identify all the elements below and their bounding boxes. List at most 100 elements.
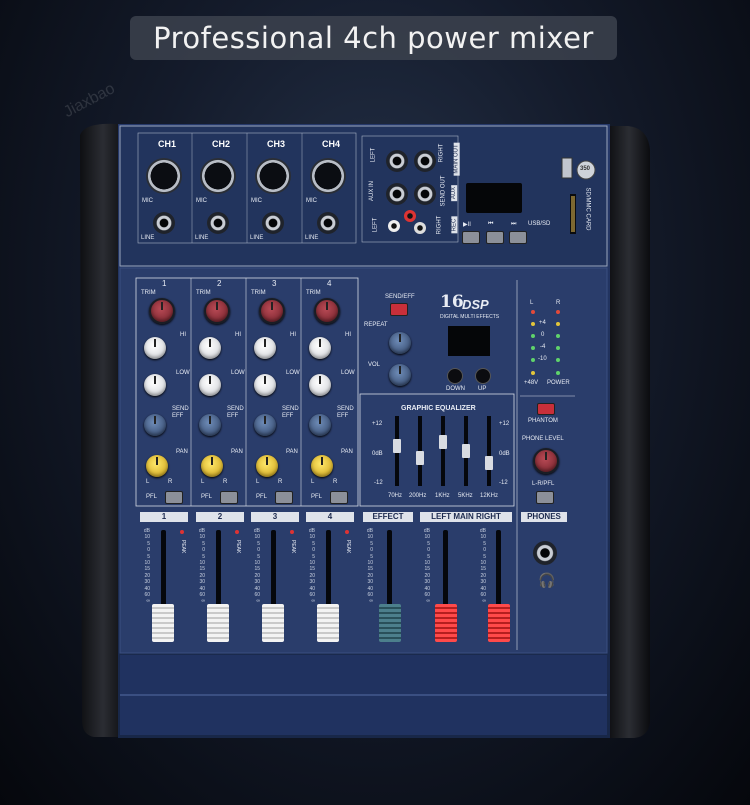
effect-fader[interactable]	[379, 604, 401, 642]
ch3-peak-led	[290, 530, 294, 534]
rec-right-rca[interactable]	[404, 210, 416, 222]
previous-icon: ⏮	[488, 221, 494, 227]
ch2-line-jack[interactable]	[207, 212, 229, 234]
eq-fader-200hz[interactable]	[416, 451, 424, 465]
ch1-line-jack[interactable]	[153, 212, 175, 234]
eq-slot-12khz	[487, 416, 491, 486]
send-eff-label-1: SEND EFF	[172, 406, 189, 419]
ch1-pfl-button[interactable]	[165, 491, 183, 504]
phone-level-knob[interactable]	[533, 448, 559, 474]
ch2-fader[interactable]	[207, 604, 229, 642]
pan-l-1: L	[146, 479, 150, 485]
up-button[interactable]	[475, 368, 491, 384]
main-out-left-jack[interactable]	[386, 150, 408, 172]
repeat-knob[interactable]	[389, 332, 411, 354]
ch3-trim-knob[interactable]	[259, 298, 285, 324]
mixer-image: Jiaxbao CH1 CH2 CH3 CH4 MIC MIC MIC MIC …	[0, 0, 750, 805]
fader-scale-4: dB 10 5 0 5 10 15 20 30 40 60 ∞	[308, 528, 315, 605]
ch1-pan-knob[interactable]	[146, 455, 168, 477]
meter-led-r-peak	[556, 310, 560, 314]
eq-0db-right: 0dB	[499, 451, 510, 457]
ch1-hi-knob[interactable]	[144, 337, 166, 359]
ch3-send-eff-knob[interactable]	[254, 414, 276, 436]
ch4-fader[interactable]	[317, 604, 339, 642]
ch4-peak-label: PEAK	[345, 540, 351, 554]
eq-band-1khz: 1KHz	[435, 493, 450, 499]
ch2-low-knob[interactable]	[199, 374, 221, 396]
low-label-4: LOW	[341, 370, 355, 376]
ch4-low-knob[interactable]	[309, 374, 331, 396]
ch4-xlr-mic-input[interactable]	[310, 158, 346, 194]
ch2-trim-knob[interactable]	[204, 298, 230, 324]
pfl-label-1: PFL	[146, 494, 158, 500]
ch4-send-eff-knob[interactable]	[309, 414, 331, 436]
down-label: DOWN	[446, 386, 465, 392]
pfl-label-2: PFL	[201, 494, 213, 500]
ch3-line-jack[interactable]	[262, 212, 284, 234]
aux-in-label: AUX IN	[369, 180, 376, 202]
ch3-label: CH3	[267, 139, 286, 149]
eq-fader-12khz[interactable]	[485, 455, 493, 470]
rec-out-rca[interactable]	[414, 222, 426, 234]
previous-button[interactable]	[486, 231, 504, 244]
meter-l-label: L	[530, 300, 534, 306]
ch4-trim-knob[interactable]	[314, 298, 340, 324]
next-button[interactable]	[509, 231, 527, 244]
phantom-button[interactable]	[537, 403, 555, 415]
ch1-send-eff-knob[interactable]	[144, 414, 166, 436]
ch4-pan-knob[interactable]	[311, 455, 333, 477]
pfl-label-3: PFL	[256, 494, 268, 500]
ch1-fader[interactable]	[152, 604, 174, 642]
ch1-low-knob[interactable]	[144, 374, 166, 396]
ch4-line-jack[interactable]	[317, 212, 339, 234]
ch3-pan-knob[interactable]	[256, 455, 278, 477]
ch2-xlr-mic-input[interactable]	[200, 158, 236, 194]
ch3-pfl-button[interactable]	[275, 491, 293, 504]
eq-fader-1khz[interactable]	[439, 434, 447, 449]
hi-label-2: HI	[235, 332, 241, 338]
ch4-pfl-button[interactable]	[330, 491, 348, 504]
main-right-fader[interactable]	[488, 604, 510, 642]
ch3-low-knob[interactable]	[254, 374, 276, 396]
ch2-hi-knob[interactable]	[199, 337, 221, 359]
aux-in-jack[interactable]	[386, 183, 408, 205]
fader-strip-1: 1	[140, 512, 188, 522]
eq-fader-5khz[interactable]	[462, 444, 470, 458]
phones-jack[interactable]	[533, 541, 557, 565]
send-out-jack[interactable]	[414, 183, 436, 205]
ch3-peak-label: PEAK	[290, 540, 296, 554]
repeat-label: REPEAT	[364, 322, 388, 328]
hi-label-3: HI	[290, 332, 296, 338]
send-eff-button[interactable]	[390, 303, 408, 316]
low-label-3: LOW	[286, 370, 300, 376]
down-button[interactable]	[447, 368, 463, 384]
lr-pfl-button[interactable]	[536, 491, 554, 504]
pan-r-1: R	[168, 479, 173, 485]
main-left-fader[interactable]	[435, 604, 457, 642]
ch4-label: CH4	[322, 139, 341, 149]
eq-minus12-left: -12	[374, 480, 383, 486]
ch2-send-eff-knob[interactable]	[199, 414, 221, 436]
ch2-pan-knob[interactable]	[201, 455, 223, 477]
play-pause-button[interactable]	[462, 231, 480, 244]
ch3-hi-knob[interactable]	[254, 337, 276, 359]
main-out-left-label: LEFT	[370, 147, 377, 163]
ch4-hi-knob[interactable]	[309, 337, 331, 359]
ch3-fader[interactable]	[262, 604, 284, 642]
ch1-trim-knob[interactable]	[149, 298, 175, 324]
rec-left-rca[interactable]	[388, 220, 400, 232]
ch3-xlr-mic-input[interactable]	[255, 158, 291, 194]
fader-scale-main-right: dB 10 5 0 5 10 15 20 30 40 60 ∞	[479, 528, 486, 605]
main-out-right-jack[interactable]	[414, 150, 436, 172]
headphones-icon: 🎧	[538, 572, 556, 588]
ch1-xlr-mic-input[interactable]	[146, 158, 182, 194]
low-label-1: LOW	[176, 370, 190, 376]
effect-vol-knob[interactable]	[389, 364, 411, 386]
ch2-pfl-button[interactable]	[220, 491, 238, 504]
phantom-48v-led	[531, 371, 535, 375]
send-out-label: SEND OUT	[440, 175, 447, 207]
meter-led-l-peak	[531, 310, 535, 314]
fader-scale-3: dB 10 5 0 5 10 15 20 30 40 60 ∞	[253, 528, 260, 605]
eq-fader-70hz[interactable]	[393, 439, 401, 454]
phantom-label: PHANTOM	[528, 418, 558, 424]
